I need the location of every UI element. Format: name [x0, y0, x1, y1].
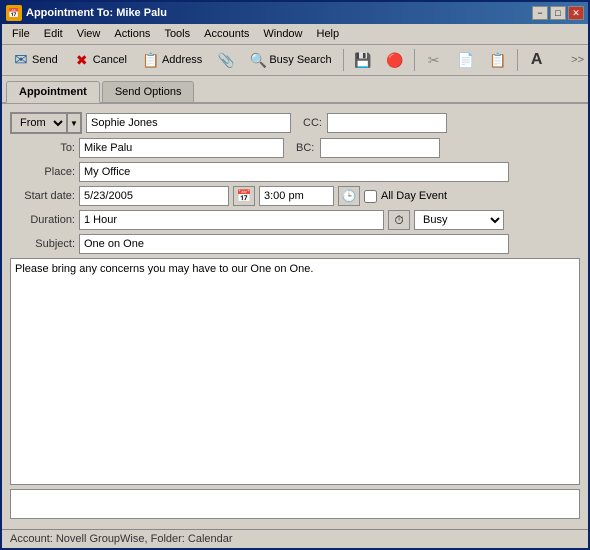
from-select[interactable]: From	[10, 112, 66, 134]
close-button[interactable]: ✕	[568, 6, 584, 20]
paste-button[interactable]: 📋	[483, 47, 513, 73]
start-time-input[interactable]	[259, 186, 334, 206]
tabs-bar: Appointment Send Options	[2, 76, 588, 104]
busy-search-button[interactable]: 🔍 Busy Search	[243, 47, 338, 73]
subject-input[interactable]	[79, 234, 509, 254]
bc-label: BC:	[296, 142, 316, 154]
all-day-checkbox[interactable]	[364, 190, 377, 203]
subject-row: Subject:	[10, 234, 580, 254]
body-container: Please bring any concerns you may have t…	[10, 258, 580, 485]
window-title: Appointment To: Mike Palu	[26, 7, 167, 19]
from-dropdown-arrow[interactable]: ▼	[66, 112, 82, 134]
from-dropdown: From ▼	[10, 112, 82, 134]
restore-button[interactable]: □	[550, 6, 566, 20]
menu-actions[interactable]: Actions	[108, 26, 156, 42]
cc-section: CC:	[303, 113, 447, 133]
title-bar-controls: − □ ✕	[532, 6, 584, 20]
save-button[interactable]: 💾	[348, 47, 378, 73]
main-content: From ▼ CC: To: BC: Place: S	[2, 104, 588, 529]
toolbar-separator-3	[517, 49, 518, 71]
place-label: Place:	[10, 166, 75, 178]
app-icon: 📅	[6, 5, 22, 21]
toolbar-expand[interactable]: >>	[571, 54, 584, 66]
menu-accounts[interactable]: Accounts	[198, 26, 255, 42]
menu-view[interactable]: View	[71, 26, 107, 42]
toolbar-separator-1	[343, 49, 344, 71]
cancel-icon: ✖	[74, 52, 90, 68]
duration-input[interactable]	[79, 210, 384, 230]
menu-help[interactable]: Help	[311, 26, 346, 42]
duration-label: Duration:	[10, 214, 75, 226]
menu-tools[interactable]: Tools	[158, 26, 196, 42]
menu-bar: File Edit View Actions Tools Accounts Wi…	[2, 24, 588, 45]
main-window: 📅 Appointment To: Mike Palu − □ ✕ File E…	[0, 0, 590, 550]
attach-icon: 📎	[218, 52, 234, 68]
address-icon: 📋	[143, 52, 159, 68]
font-icon: A	[529, 52, 545, 68]
toolbar-separator-2	[414, 49, 415, 71]
tab-send-options[interactable]: Send Options	[102, 81, 195, 102]
busy-select[interactable]: Busy Free Out of Office Tentative	[414, 210, 504, 230]
place-row: Place:	[10, 162, 580, 182]
attach-button[interactable]: 📎	[211, 47, 241, 73]
from-input[interactable]	[86, 113, 291, 133]
place-input[interactable]	[79, 162, 509, 182]
to-input[interactable]	[79, 138, 284, 158]
start-date-input[interactable]	[79, 186, 229, 206]
address-button[interactable]: 📋 Address	[136, 47, 209, 73]
send-label: Send	[32, 54, 58, 66]
toolbar: ✉ Send ✖ Cancel 📋 Address 📎 🔍 Busy Searc…	[2, 45, 588, 76]
all-day-container: All Day Event	[364, 190, 447, 203]
notes-footer	[10, 489, 580, 519]
time-button[interactable]: 🕒	[338, 186, 360, 206]
cancel-label: Cancel	[93, 54, 127, 66]
send-button[interactable]: ✉ Send	[6, 47, 65, 73]
cut-button[interactable]: ✂	[419, 47, 449, 73]
menu-file[interactable]: File	[6, 26, 36, 42]
cc-label: CC:	[303, 117, 323, 129]
tab-appointment[interactable]: Appointment	[6, 81, 100, 103]
busy-search-icon: 🔍	[250, 52, 266, 68]
send-icon: ✉	[13, 52, 29, 68]
from-row: From ▼ CC:	[10, 112, 580, 134]
body-textarea[interactable]: Please bring any concerns you may have t…	[11, 259, 579, 484]
save-icon: 💾	[355, 52, 371, 68]
cc-input[interactable]	[327, 113, 447, 133]
copy-icon: 📄	[458, 52, 474, 68]
start-date-label: Start date:	[10, 190, 75, 202]
duration-picker-button[interactable]: ⏱	[388, 210, 410, 230]
start-date-row: Start date: 📅 🕒 All Day Event	[10, 186, 580, 206]
cut-icon: ✂	[426, 52, 442, 68]
menu-edit[interactable]: Edit	[38, 26, 69, 42]
font-button[interactable]: A	[522, 47, 552, 73]
spell-button[interactable]: 🔴	[380, 47, 410, 73]
copy-button[interactable]: 📄	[451, 47, 481, 73]
to-row: To: BC:	[10, 138, 580, 158]
title-bar: 📅 Appointment To: Mike Palu − □ ✕	[2, 2, 588, 24]
minimize-button[interactable]: −	[532, 6, 548, 20]
title-bar-left: 📅 Appointment To: Mike Palu	[6, 5, 167, 21]
calendar-button[interactable]: 📅	[233, 186, 255, 206]
menu-window[interactable]: Window	[257, 26, 308, 42]
cancel-button[interactable]: ✖ Cancel	[67, 47, 134, 73]
address-label: Address	[162, 54, 202, 66]
to-label: To:	[10, 142, 75, 154]
bc-section: BC:	[296, 138, 440, 158]
paste-icon: 📋	[490, 52, 506, 68]
status-bar: Account: Novell GroupWise, Folder: Calen…	[2, 529, 588, 548]
spell-icon: 🔴	[387, 52, 403, 68]
all-day-label: All Day Event	[381, 190, 447, 202]
subject-label: Subject:	[10, 238, 75, 250]
busy-search-label: Busy Search	[269, 54, 331, 66]
duration-row: Duration: ⏱ Busy Free Out of Office Tent…	[10, 210, 580, 230]
status-text: Account: Novell GroupWise, Folder: Calen…	[10, 533, 233, 545]
bc-input[interactable]	[320, 138, 440, 158]
